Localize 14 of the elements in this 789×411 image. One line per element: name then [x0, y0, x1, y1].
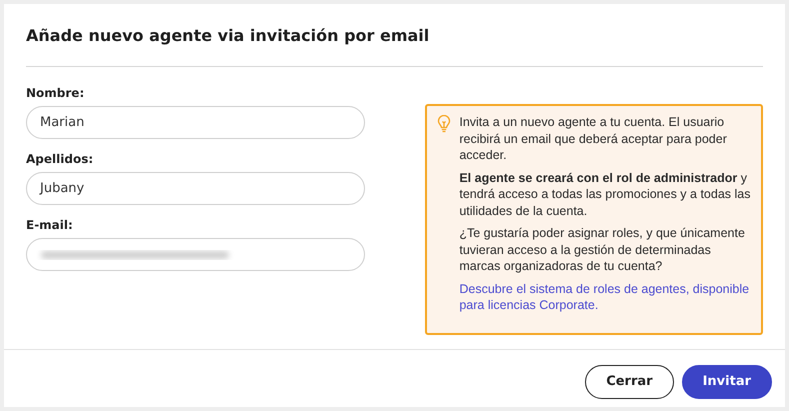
- info-text: El agente se creará con el rol de administrador y tendrá acceso a todas las promociones y a todas las utilidades de la cuenta.: [459, 170, 752, 219]
- input-field[interactable]: Jubany: [26, 172, 366, 205]
- close-button[interactable]: Cerrar: [585, 365, 674, 399]
- lightbulb-icon: [437, 115, 452, 133]
- field-label: E-mail:: [26, 217, 74, 233]
- dialog-title: Añade nuevo agente via invitación por email: [26, 26, 763, 67]
- info-text: ¿Te gustaría poder asignar roles, y que únicamente tuvieran acceso a la gestión de determinadas marcas organizadoras de tu cuenta?: [459, 225, 746, 274]
- input-field[interactable]: [26, 238, 366, 271]
- field-label: Apellidos:: [26, 151, 94, 167]
- input-field[interactable]: Marian: [26, 106, 366, 139]
- field-label: Nombre:: [26, 85, 86, 101]
- invite-button[interactable]: Invitar: [682, 365, 772, 399]
- roles-link[interactable]: Descubre el sistema de roles de agentes, disponible para licencias Corporate.: [459, 280, 753, 314]
- info-text: Invita a un nuevo agente a tu cuenta. El usuario recibirá un email que deberá aceptar para poder acceder.: [459, 114, 728, 164]
